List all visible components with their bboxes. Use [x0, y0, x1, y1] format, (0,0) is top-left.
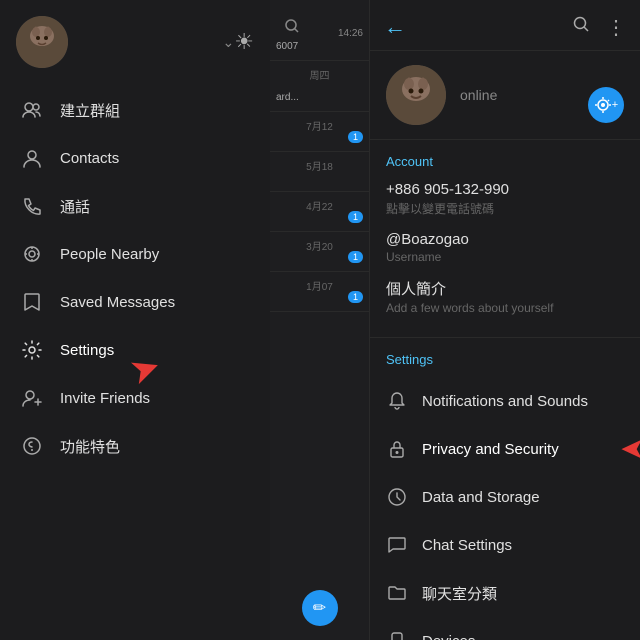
sidebar-item-label: 通話: [60, 196, 90, 217]
features-icon: [20, 434, 44, 458]
phone-number: +886 905-132-990: [386, 181, 624, 198]
profile-avatar: [386, 65, 446, 125]
sidebar-item-settings[interactable]: Settings: [0, 326, 270, 374]
more-icon[interactable]: ⋮: [606, 15, 626, 40]
chat-settings-label: Chat Settings: [422, 537, 512, 554]
chat-badge: 1: [348, 291, 363, 303]
sidebar-item-label: People Nearby: [60, 246, 159, 263]
sidebar-item-label: 建立群組: [60, 100, 120, 121]
sidebar-item-label: Settings: [60, 342, 114, 359]
chat-date-divider: 周四: [270, 61, 369, 84]
calls-icon: [20, 194, 44, 218]
sidebar-item-calls[interactable]: 通話: [0, 182, 270, 230]
sidebar-header: ⌄ ☀: [0, 0, 270, 78]
chat-search: [270, 0, 369, 20]
people-nearby-icon: [20, 242, 44, 266]
compose-button[interactable]: ✏: [302, 590, 338, 626]
chat-preview: ard...: [276, 92, 363, 103]
sidebar-item-label: Saved Messages: [60, 294, 175, 311]
sidebar-item-label: Contacts: [60, 150, 119, 167]
brightness-icon[interactable]: ☀: [234, 29, 254, 55]
data-label: Data and Storage: [422, 489, 540, 506]
devices-label: Devices: [422, 633, 475, 640]
search-icon[interactable]: [572, 15, 590, 40]
chat-item[interactable]: ard...: [270, 84, 369, 112]
avatar[interactable]: [16, 16, 68, 68]
settings-icon: [20, 338, 44, 362]
settings-item-folders[interactable]: 聊天室分類: [370, 569, 640, 617]
create-group-icon: [20, 98, 44, 122]
chat-date-divider: 5月18: [270, 152, 369, 175]
chat-list: 14:26 6007 周四 ard... 7月12 1 5月18 4月22 1 …: [270, 0, 370, 640]
profile-edit-button[interactable]: +: [588, 87, 624, 123]
settings-item-chat[interactable]: Chat Settings: [370, 521, 640, 569]
sidebar-item-create-group[interactable]: 建立群組: [0, 86, 270, 134]
chevron-down-icon[interactable]: ⌄: [223, 34, 235, 51]
bio-row[interactable]: 個人簡介 Add a few words about yourself: [386, 278, 624, 315]
sidebar-item-people-nearby[interactable]: People Nearby: [0, 230, 270, 278]
settings-section: Settings Notifications and Sounds Privac…: [370, 338, 640, 640]
notifications-icon: [386, 390, 408, 412]
settings-section-title: Settings: [370, 352, 640, 377]
profile-status: online: [460, 87, 497, 103]
settings-header: ← ⋮: [370, 0, 640, 51]
username-row[interactable]: @Boazogao Username: [386, 231, 624, 264]
bio-hint: Add a few words about yourself: [386, 301, 624, 315]
folders-label: 聊天室分類: [422, 583, 497, 604]
chat-item[interactable]: 1: [270, 295, 369, 312]
folders-icon: [386, 582, 408, 604]
chat-item[interactable]: 1: [270, 255, 369, 272]
data-icon: [386, 486, 408, 508]
back-button[interactable]: ←: [384, 14, 406, 40]
sidebar-nav: 建立群組 Contacts 通話: [0, 78, 270, 640]
contacts-icon: [20, 146, 44, 170]
header-icons: ⋮: [572, 15, 626, 40]
invite-friends-icon: [20, 386, 44, 410]
chat-badge: 1: [348, 251, 363, 263]
chat-item[interactable]: 1: [270, 215, 369, 232]
chat-badge: 1: [348, 211, 363, 223]
account-section-title: Account: [386, 154, 624, 169]
privacy-icon: [386, 438, 408, 460]
chat-badge: 1: [348, 131, 363, 143]
sidebar-item-features[interactable]: 功能特色: [0, 422, 270, 470]
sidebar-item-label: 功能特色: [60, 436, 120, 457]
chat-item[interactable]: 1: [270, 135, 369, 152]
settings-item-privacy[interactable]: Privacy and Security ➤: [370, 425, 640, 473]
chat-item[interactable]: [270, 175, 369, 192]
devices-icon: [386, 630, 408, 640]
privacy-label: Privacy and Security: [422, 441, 559, 458]
settings-item-devices[interactable]: Devices: [370, 617, 640, 640]
settings-item-notifications[interactable]: Notifications and Sounds: [370, 377, 640, 425]
phone-hint: 點擊以變更電話號碼: [386, 200, 624, 217]
sidebar-item-label: Invite Friends: [60, 390, 150, 407]
username-hint: Username: [386, 250, 624, 264]
sidebar-item-contacts[interactable]: Contacts: [0, 134, 270, 182]
sidebar-item-invite-friends[interactable]: Invite Friends: [0, 374, 270, 422]
sidebar: ⌄ ☀ 建立群組 Contacts: [0, 0, 270, 640]
chat-icon: [386, 534, 408, 556]
account-section: Account +886 905-132-990 點擊以變更電話號碼 @Boaz…: [370, 140, 640, 338]
profile-section: online +: [370, 51, 640, 140]
username: @Boazogao: [386, 231, 624, 248]
chat-preview: 6007: [276, 41, 363, 52]
saved-messages-icon: [20, 290, 44, 314]
bio-label: 個人簡介: [386, 278, 624, 299]
settings-item-data[interactable]: Data and Storage: [370, 473, 640, 521]
sidebar-item-saved-messages[interactable]: Saved Messages: [0, 278, 270, 326]
phone-row[interactable]: +886 905-132-990 點擊以變更電話號碼: [386, 181, 624, 217]
settings-panel: ← ⋮ online: [370, 0, 640, 640]
notifications-label: Notifications and Sounds: [422, 393, 588, 410]
